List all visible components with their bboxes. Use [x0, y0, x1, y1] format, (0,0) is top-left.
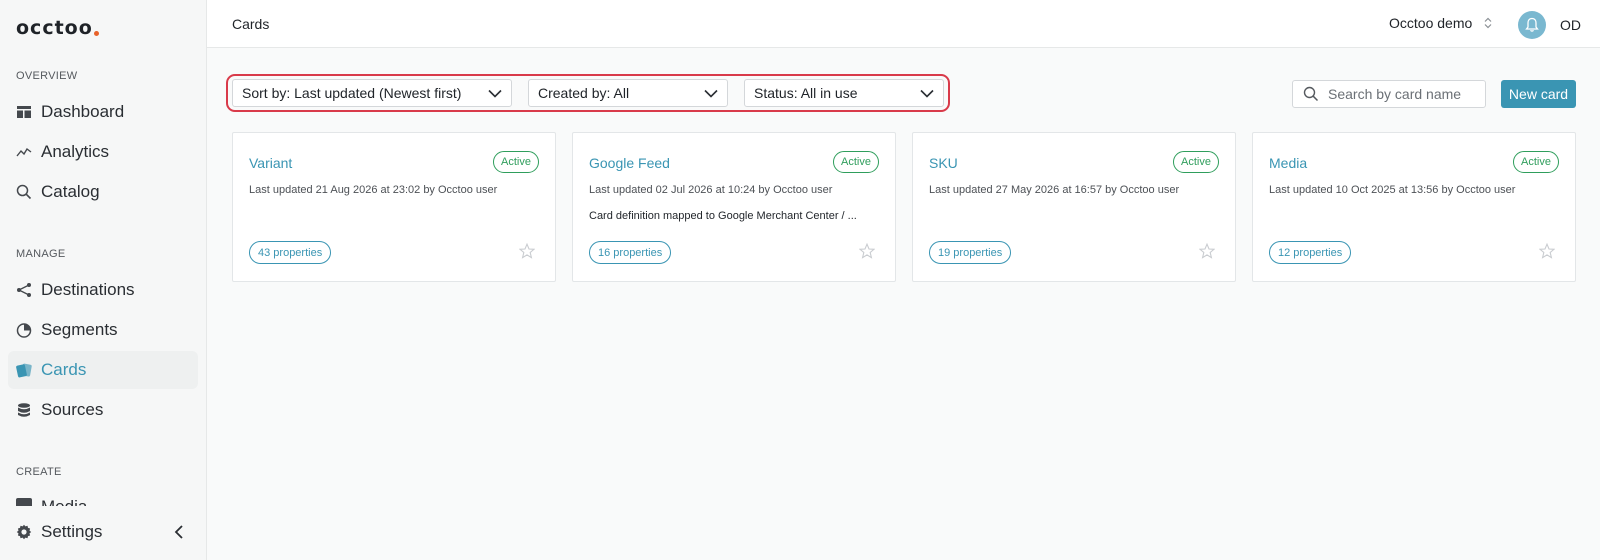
card-variant[interactable]: Variant Active Last updated 21 Aug 2026 … [232, 132, 556, 282]
sidebar-item-sources[interactable]: Sources [8, 391, 198, 429]
status-badge: Active [1173, 151, 1219, 173]
star-icon[interactable] [1539, 243, 1555, 259]
status-badge: Active [493, 151, 539, 173]
sidebar-item-dashboard[interactable]: Dashboard [8, 93, 198, 131]
sidebar-item-label: Cards [41, 360, 87, 379]
sidebar-item-media[interactable]: Media [16, 498, 186, 506]
search-card-field [1292, 80, 1486, 108]
card-updated-text: Last updated 10 Oct 2025 at 13:56 by Occ… [1269, 184, 1516, 196]
card-google-feed[interactable]: Google Feed Active Last updated 02 Jul 2… [572, 132, 896, 282]
sidebar-item-destinations[interactable]: Destinations [8, 271, 198, 309]
status-badge: Active [833, 151, 879, 173]
search-icon [16, 184, 32, 200]
section-label-overview: OVERVIEW [16, 70, 78, 82]
sidebar: occtoo OVERVIEW Dashboard Analytics Cata… [0, 0, 207, 560]
top-bar: Cards Occtoo demo OD [207, 0, 1600, 48]
sidebar-item-label: Media [41, 498, 87, 506]
created-by-dropdown[interactable]: Created by: All [528, 79, 728, 107]
sidebar-item-segments[interactable]: Segments [8, 311, 198, 349]
workspace-name: Occtoo demo [1389, 15, 1473, 31]
section-label-manage: MANAGE [16, 248, 66, 260]
sidebar-item-label: Destinations [41, 280, 135, 299]
status-badge: Active [1513, 151, 1559, 173]
card-updated-text: Last updated 27 May 2026 at 16:57 by Occ… [929, 184, 1180, 196]
new-card-button[interactable]: New card [1501, 80, 1576, 108]
created-by-dropdown-value: Created by: All [538, 85, 630, 101]
status-dropdown-value: Status: All in use [754, 85, 858, 101]
card-sku[interactable]: SKU Active Last updated 27 May 2026 at 1… [912, 132, 1236, 282]
search-icon [1303, 86, 1319, 102]
user-avatar[interactable]: OD [1560, 17, 1581, 33]
card-description: Card definition mapped to Google Merchan… [589, 210, 857, 222]
occtoo-logo[interactable]: occtoo [16, 17, 99, 39]
page-title: Cards [232, 16, 270, 32]
sort-caret-icon [1484, 17, 1492, 29]
collapse-sidebar-icon[interactable] [170, 523, 188, 541]
sidebar-item-label: Dashboard [41, 102, 125, 121]
sidebar-item-label: Settings [41, 522, 103, 541]
section-label-create: CREATE [16, 466, 62, 478]
search-input[interactable] [1328, 86, 1478, 102]
properties-badge[interactable]: 19 properties [929, 241, 1012, 264]
sidebar-item-label: Catalog [41, 182, 100, 201]
chevron-down-icon [920, 89, 934, 98]
chevron-down-icon [704, 89, 718, 98]
properties-badge[interactable]: 43 properties [249, 241, 332, 264]
sort-dropdown-value: Sort by: Last updated (Newest first) [242, 85, 462, 101]
star-icon[interactable] [859, 243, 875, 259]
pie-chart-icon [16, 322, 32, 338]
card-title[interactable]: SKU [929, 155, 958, 171]
chevron-down-icon [488, 89, 502, 98]
star-icon[interactable] [1199, 243, 1215, 259]
card-title[interactable]: Media [1269, 155, 1307, 171]
card-updated-text: Last updated 02 Jul 2026 at 10:24 by Occ… [589, 184, 833, 196]
sidebar-item-settings[interactable]: Settings [8, 513, 198, 551]
sidebar-item-cards[interactable]: Cards [8, 351, 198, 389]
star-icon[interactable] [519, 243, 535, 259]
card-updated-text: Last updated 21 Aug 2026 at 23:02 by Occ… [249, 184, 498, 196]
status-dropdown[interactable]: Status: All in use [744, 79, 944, 107]
sidebar-item-label: Sources [41, 400, 104, 419]
cards-icon [16, 362, 32, 378]
card-title[interactable]: Google Feed [589, 155, 670, 171]
sidebar-item-catalog[interactable]: Catalog [8, 173, 198, 211]
gear-icon [16, 524, 32, 540]
database-icon [16, 402, 32, 418]
sidebar-item-label: Analytics [41, 142, 110, 161]
properties-badge[interactable]: 16 properties [589, 241, 672, 264]
workspace-selector[interactable]: Occtoo demo [1389, 15, 1492, 31]
properties-badge[interactable]: 12 properties [1269, 241, 1352, 264]
sidebar-item-analytics[interactable]: Analytics [8, 133, 198, 171]
logo-dot [93, 31, 99, 36]
logo-text: occtoo [16, 17, 93, 39]
sort-dropdown[interactable]: Sort by: Last updated (Newest first) [232, 79, 512, 107]
dashboard-icon [16, 104, 32, 120]
share-icon [16, 282, 32, 298]
card-title[interactable]: Variant [249, 155, 292, 171]
media-icon [16, 498, 32, 506]
notifications-bell-icon[interactable] [1518, 11, 1546, 39]
card-media[interactable]: Media Active Last updated 10 Oct 2025 at… [1252, 132, 1576, 282]
analytics-icon [16, 144, 32, 160]
sidebar-item-label: Segments [41, 320, 118, 339]
